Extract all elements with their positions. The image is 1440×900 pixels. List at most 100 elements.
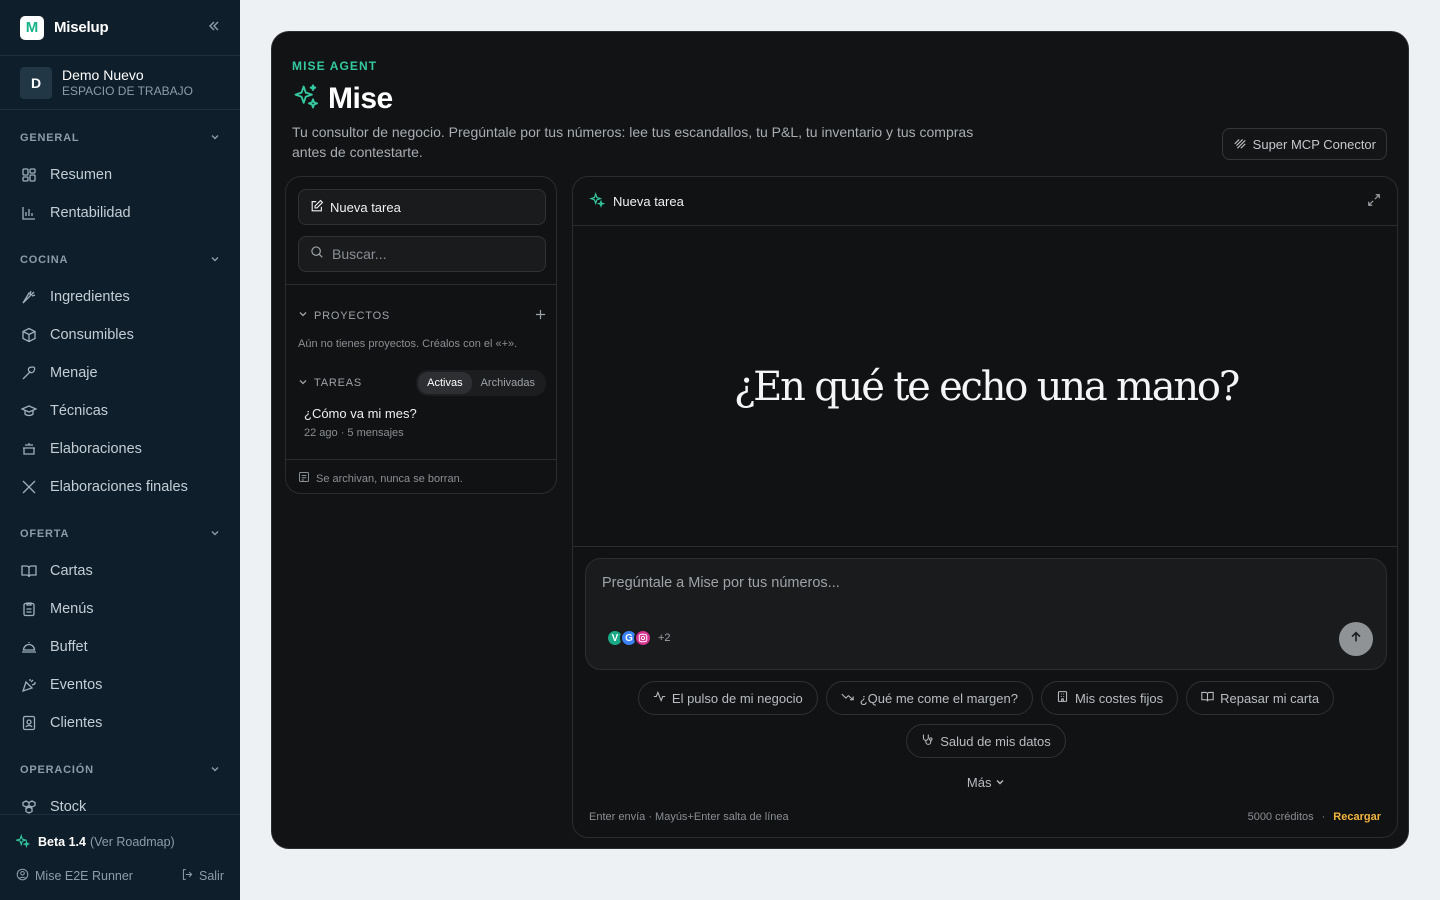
archive-note-text: Se archivan, nunca se borran. [316, 472, 463, 485]
chat-empty-state: ¿En qué te echo una mano? [573, 227, 1397, 547]
beta-row[interactable]: Beta 1.4 (Ver Roadmap) [0, 831, 240, 853]
nav-label: Ingredientes [50, 289, 130, 305]
nav-item-buffet[interactable]: Buffet [0, 628, 240, 666]
task-item[interactable]: ¿Cómo va mi mes? 22 ago · 5 mensajes [298, 402, 546, 446]
section-label: GENERAL [20, 132, 80, 144]
message-input[interactable] [602, 575, 1362, 615]
tasks-filter-toggle: Activas Archivadas [416, 370, 546, 396]
more-suggestions-button[interactable]: Más [573, 775, 1397, 790]
chat-header: Nueva tarea [573, 177, 1397, 226]
task-title: ¿Cómo va mi mes? [304, 406, 417, 421]
nav-label: Menús [50, 601, 94, 617]
suggestion-pulso[interactable]: El pulso de mi negocio [637, 681, 818, 715]
search-icon [310, 245, 324, 264]
tab-archivadas[interactable]: Archivadas [472, 372, 544, 394]
projects-header: PROYECTOS [298, 307, 546, 324]
nav-item-resumen[interactable]: Resumen [0, 156, 240, 194]
brand-name: Miselup [54, 19, 109, 36]
nav-label: Clientes [50, 715, 103, 731]
section-label: OFERTA [20, 528, 70, 540]
suggestion-label: Repasar mi carta [1220, 690, 1320, 706]
nav-item-tecnicas[interactable]: Técnicas [0, 392, 240, 430]
suggestion-label: El pulso de mi negocio [671, 690, 803, 706]
user-icon [16, 868, 29, 884]
nav-item-cartas[interactable]: Cartas [0, 552, 240, 590]
roadmap-link[interactable]: (Ver Roadmap) [90, 835, 175, 849]
suggestion-chips: El pulso de mi negocio ¿Qué me come el m… [573, 681, 1397, 758]
nav-label: Rentabilidad [50, 205, 131, 221]
carrot-icon [20, 288, 38, 306]
sidebar: M Miselup D Demo Nuevo ESPACIO DE TRABAJ… [0, 0, 240, 900]
nav-item-consumibles[interactable]: Consumibles [0, 316, 240, 354]
nav-item-clientes[interactable]: Clientes [0, 704, 240, 742]
tab-activas[interactable]: Activas [418, 372, 472, 394]
logout-button[interactable]: Salir [181, 868, 224, 884]
sparkles-icon [292, 83, 320, 116]
nav-label: Eventos [50, 677, 103, 693]
collapse-sidebar-icon[interactable] [208, 19, 220, 37]
chevron-down-icon[interactable] [298, 377, 308, 390]
section-general[interactable]: GENERAL [0, 120, 240, 156]
tasks-header: TAREAS Activas Archivadas [298, 370, 546, 396]
section-operacion[interactable]: OPERACIÓN [0, 752, 240, 788]
nav-item-menus[interactable]: Menús [0, 590, 240, 628]
agent-panel: MISE AGENT Mise Tu consultor de negocio.… [271, 31, 1409, 849]
cloche-icon [20, 638, 38, 656]
credits-bar: 5000 créditos · Recargar [1248, 811, 1381, 823]
separator-dot: · [1321, 811, 1326, 823]
page-subtitle: Tu consultor de negocio. Pregúntale por … [292, 124, 974, 160]
suggestion-salud[interactable]: Salud de mis datos [906, 724, 1066, 758]
workspace-switcher[interactable]: D Demo Nuevo ESPACIO DE TRABAJO [0, 56, 240, 110]
sidebar-footer: Beta 1.4 (Ver Roadmap) Mise E2E Runner S… [0, 814, 240, 900]
chevron-down-icon[interactable] [298, 309, 308, 322]
search-input[interactable] [332, 246, 532, 262]
nav-item-ingredientes[interactable]: Ingredientes [0, 278, 240, 316]
nav-label: Resumen [50, 167, 113, 183]
divider [573, 546, 1397, 547]
nav-label: Stock [50, 799, 87, 815]
section-cocina[interactable]: COCINA [0, 242, 240, 278]
nav-item-elaboraciones[interactable]: Elaboraciones [0, 430, 240, 468]
building-icon [1056, 690, 1069, 706]
section-oferta[interactable]: OFERTA [0, 516, 240, 552]
suggestion-carta[interactable]: Repasar mi carta [1186, 681, 1335, 715]
user-row: Mise E2E Runner Salir [0, 865, 240, 887]
chat-panel: Nueva tarea ¿En qué te echo una mano? V … [572, 176, 1398, 838]
more-label: Más [966, 775, 992, 790]
nav-item-rentabilidad[interactable]: Rentabilidad [0, 194, 240, 232]
suggestion-costes[interactable]: Mis costes fijos [1040, 681, 1179, 715]
keyboard-hint: Enter envía · Mayús+Enter salta de línea [589, 811, 789, 823]
nav-label: Cartas [50, 563, 93, 579]
nav-label: Elaboraciones [50, 441, 142, 457]
recharge-link[interactable]: Recargar [1333, 811, 1381, 823]
nav-item-menaje[interactable]: Menaje [0, 354, 240, 392]
suggestion-margen[interactable]: ¿Qué me come el margen? [825, 681, 1033, 715]
task-meta: 22 ago · 5 mensajes [304, 427, 404, 439]
suggestion-label: Mis costes fijos [1074, 690, 1164, 706]
expand-icon[interactable] [1367, 193, 1381, 210]
utensil-icon [20, 364, 38, 382]
send-button[interactable] [1339, 622, 1373, 656]
suggestion-label: ¿Qué me come el margen? [859, 690, 1018, 706]
sparkles-icon [14, 833, 31, 851]
trending-down-icon [841, 690, 854, 706]
add-project-icon[interactable] [535, 307, 546, 324]
suggestion-label: Salud de mis datos [940, 733, 1051, 749]
cooking-pot-icon [20, 440, 38, 458]
integrations-stack[interactable]: V G +2 [606, 629, 671, 647]
brand-logo: M [20, 15, 44, 40]
new-task-button[interactable]: Nueva tarea [298, 189, 546, 225]
nav-label: Buffet [50, 639, 88, 655]
package-icon [20, 326, 38, 344]
beta-version: Beta 1.4 [38, 835, 86, 849]
integrations-more-count: +2 [658, 632, 671, 644]
nav-item-eventos[interactable]: Eventos [0, 666, 240, 704]
message-composer: V G +2 [585, 558, 1387, 670]
book-open-icon [20, 562, 38, 580]
nav-item-elaboraciones-finales[interactable]: Elaboraciones finales [0, 468, 240, 506]
party-popper-icon [20, 676, 38, 694]
chevron-down-icon [210, 528, 220, 541]
chevron-down-icon [210, 254, 220, 267]
mcp-connector-button[interactable]: Super MCP Conector [1221, 128, 1387, 160]
page-title-row: Mise [292, 82, 393, 116]
